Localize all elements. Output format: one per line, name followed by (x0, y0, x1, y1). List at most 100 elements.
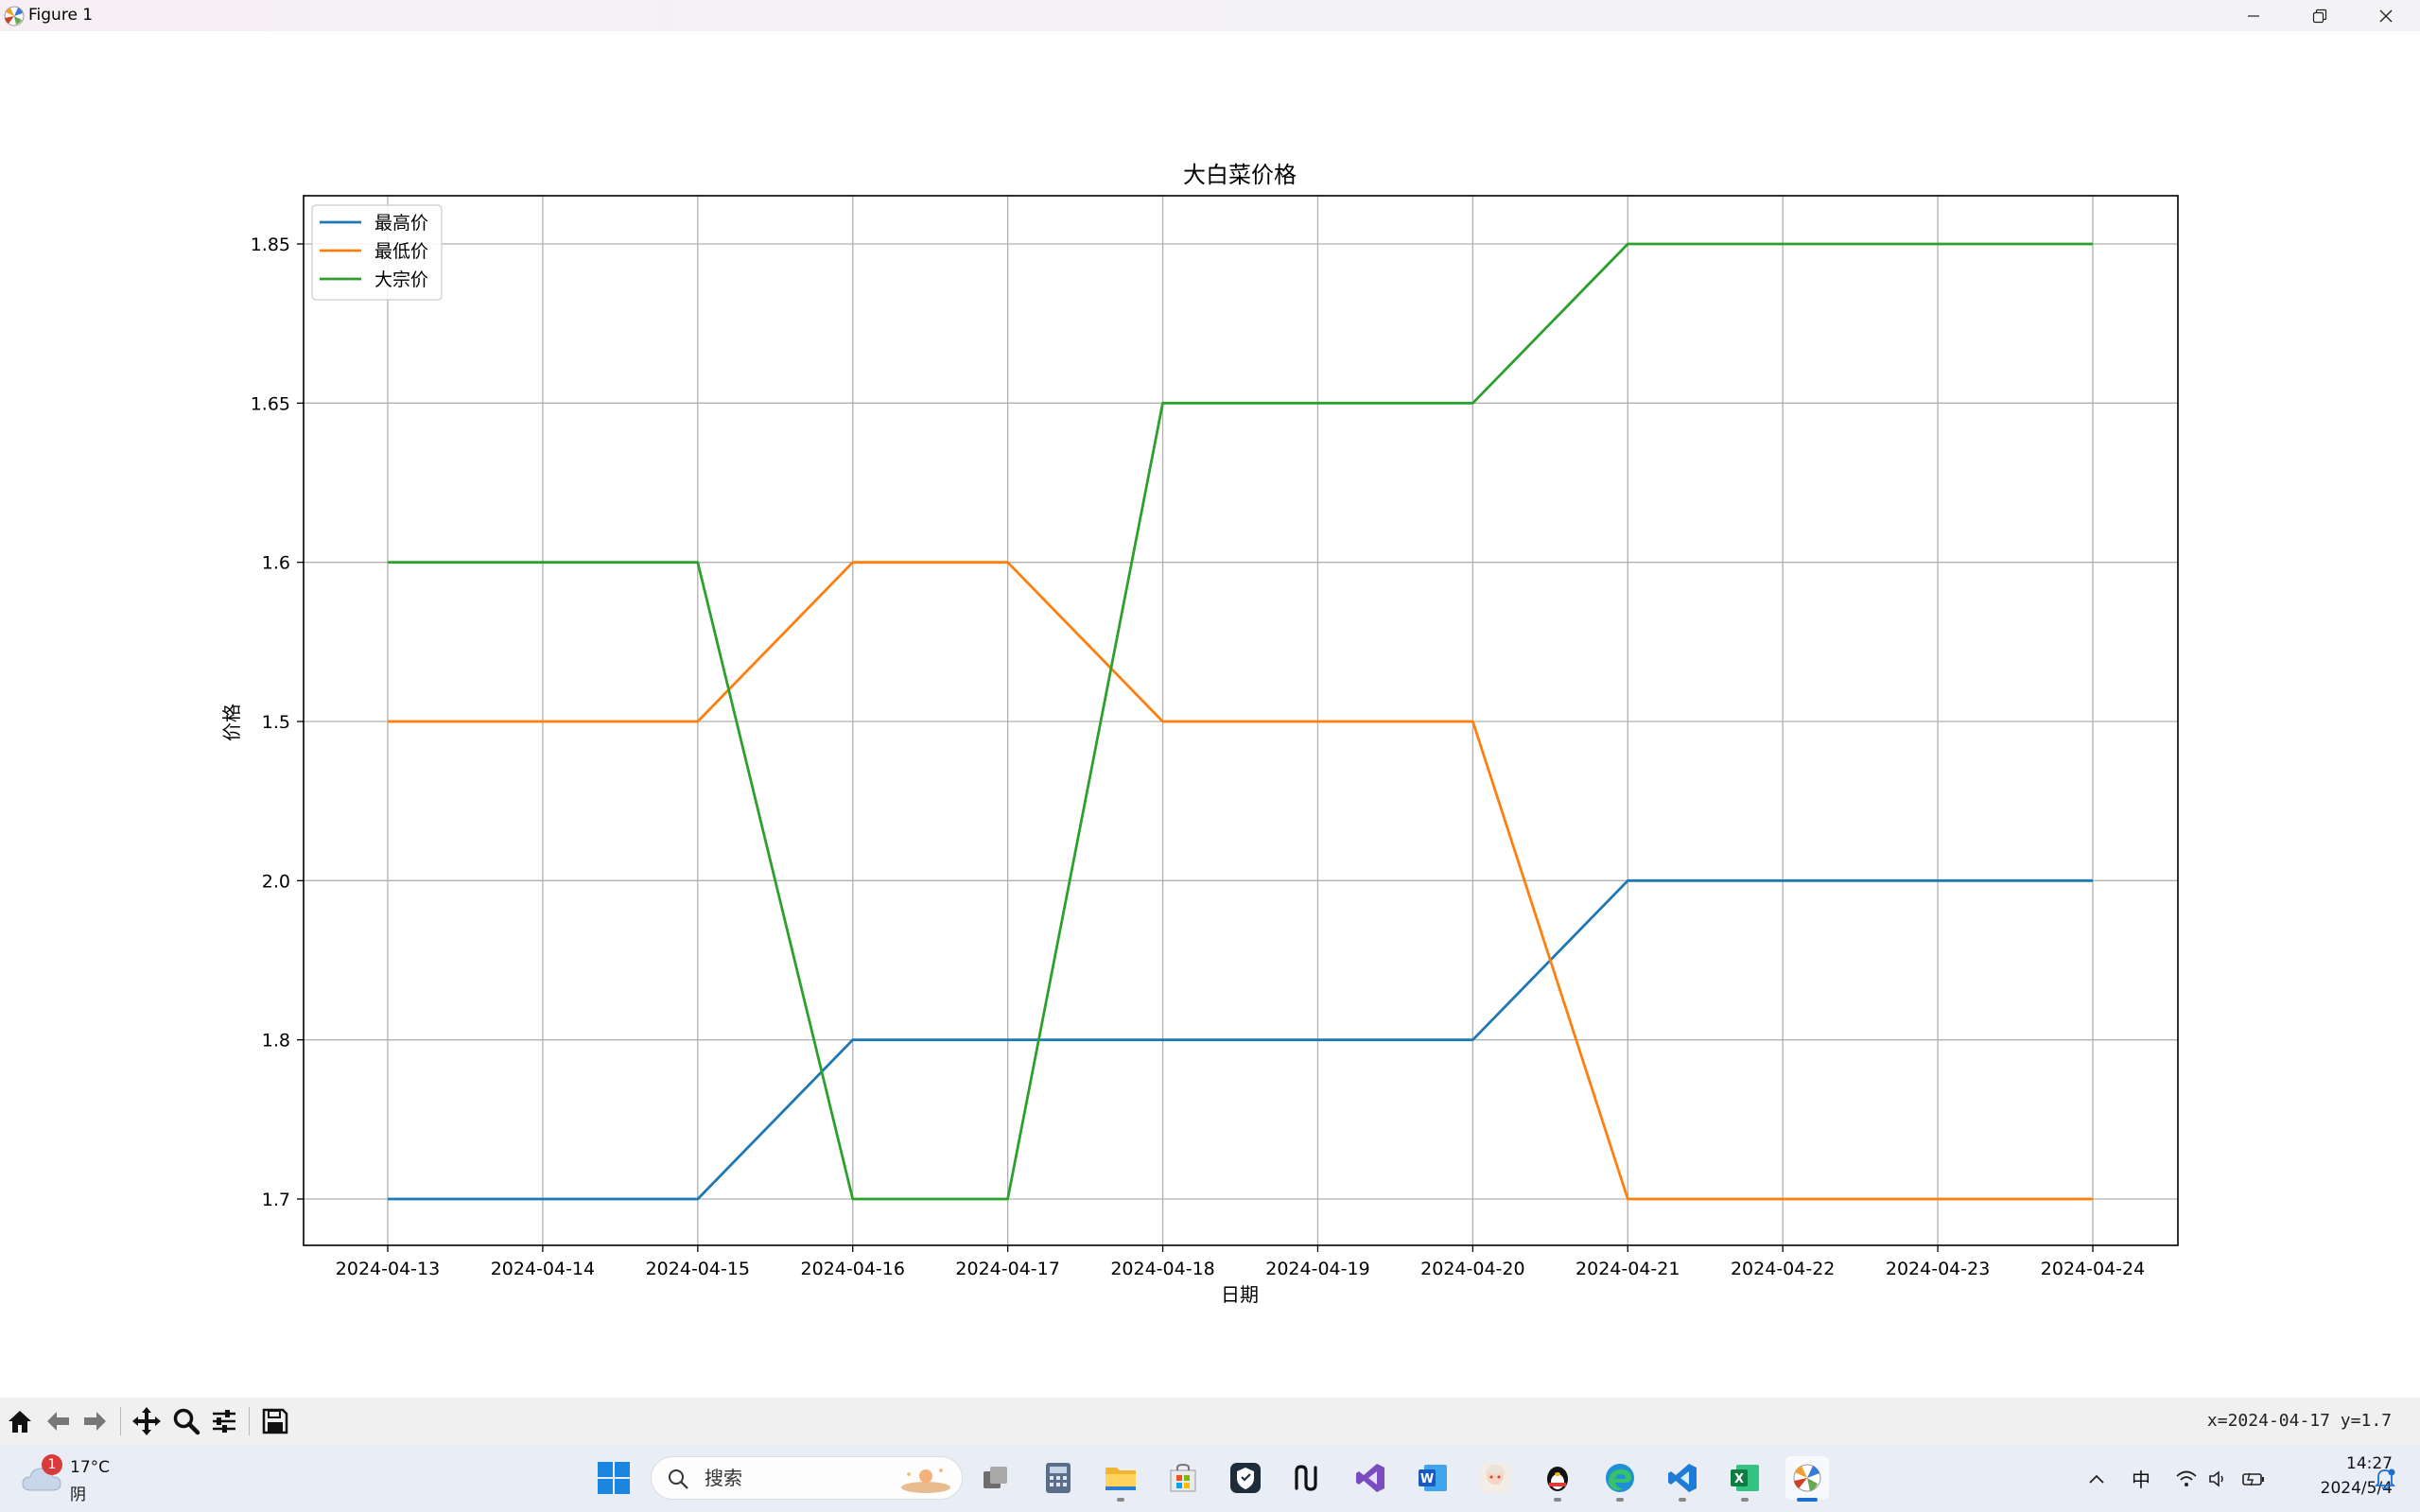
taskbar-calculator[interactable] (1036, 1456, 1080, 1500)
taskbar-notion[interactable] (1286, 1456, 1330, 1500)
notion-like-icon (1295, 1465, 1317, 1491)
taskbar-microsoft-store[interactable] (1161, 1456, 1205, 1500)
search-highlight-icon (901, 1469, 950, 1493)
store-icon (1170, 1463, 1196, 1492)
x-tick-label: 2024-04-16 (801, 1259, 905, 1279)
taskbar-excel[interactable]: X (1723, 1456, 1767, 1502)
svg-text:X: X (1734, 1472, 1744, 1486)
y-tick-label: 2.0 (262, 871, 290, 892)
close-icon (2379, 9, 2393, 22)
ime-indicator[interactable]: 中 (2126, 1445, 2156, 1512)
running-indicator (1616, 1498, 1624, 1502)
restore-button[interactable] (2287, 0, 2353, 31)
y-tick-label: 1.7 (262, 1190, 290, 1210)
taskbar-search-box[interactable]: 搜索 (651, 1456, 963, 1500)
minimize-icon (2248, 14, 2259, 17)
toolbar-separator (249, 1407, 250, 1435)
back-button[interactable] (41, 1404, 75, 1438)
zoom-button[interactable] (169, 1404, 203, 1438)
configure-subplots-button[interactable] (207, 1404, 241, 1438)
legend: 最高价最低价大宗价 (311, 204, 443, 301)
legend-label: 最高价 (374, 213, 428, 234)
running-indicator (1554, 1498, 1561, 1502)
pan-button[interactable] (130, 1404, 164, 1438)
taskbar-image-app[interactable] (1473, 1456, 1517, 1500)
chevron-up-icon (2089, 1474, 2104, 1484)
taskbar: 1 17°C 阴 搜索 W X 中 14:27 2024/5/4 (0, 1445, 2420, 1512)
x-tick-label: 2024-04-17 (955, 1259, 1059, 1279)
x-tick-label: 2024-04-18 (1110, 1259, 1214, 1279)
taskbar-visual-studio[interactable] (1349, 1456, 1392, 1500)
vscode-icon (1668, 1464, 1697, 1492)
home-icon (9, 1411, 31, 1433)
figure-canvas[interactable]: 大白菜价格 日期 价格 2024-04-13 2024-04-14 2024-04-… (0, 31, 2420, 1398)
bell-icon (2375, 1469, 2395, 1489)
x-tick-label: 2024-04-15 (646, 1259, 750, 1279)
taskbar-task-view[interactable] (974, 1456, 1018, 1500)
weather-condition: 阴 (70, 1486, 86, 1504)
taskbar-security-app[interactable] (1224, 1456, 1267, 1500)
svg-text:W: W (1420, 1472, 1434, 1486)
home-button[interactable] (3, 1404, 37, 1438)
x-tick-label: 2024-04-14 (491, 1259, 595, 1279)
x-tick-label: 2024-04-20 (1420, 1259, 1524, 1279)
forward-button[interactable] (78, 1404, 113, 1438)
taskbar-matplotlib-figure[interactable] (1785, 1456, 1829, 1502)
running-indicator (1741, 1498, 1749, 1502)
x-tick-label: 2024-04-22 (1731, 1259, 1835, 1279)
task-view-icon (984, 1467, 1007, 1488)
anime-avatar-icon (1480, 1463, 1510, 1493)
y-tick-label: 1.8 (262, 1031, 290, 1051)
running-indicator (1679, 1498, 1686, 1502)
x-axis-label: 日期 (1221, 1283, 1259, 1306)
start-button[interactable] (592, 1456, 635, 1500)
taskbar-vscode[interactable] (1661, 1456, 1704, 1502)
magnifier-icon (173, 1408, 200, 1435)
word-icon: W (1419, 1465, 1447, 1491)
matplotlib-icon (1793, 1464, 1821, 1492)
line-chart: 大白菜价格 日期 价格 2024-04-13 2024-04-14 2024-04-… (220, 162, 2179, 1306)
qq-penguin-icon (1547, 1467, 1568, 1491)
restore-icon (2312, 9, 2327, 23)
windows-logo-icon (598, 1462, 630, 1494)
x-tick-label: 2024-04-24 (2041, 1259, 2145, 1279)
save-disk-icon (262, 1408, 288, 1434)
taskbar-word[interactable]: W (1411, 1456, 1454, 1500)
battery-status[interactable] (2237, 1445, 2270, 1512)
x-tick-label: 2024-04-13 (336, 1259, 440, 1279)
search-icon (669, 1469, 688, 1489)
wifi-icon (2176, 1470, 2197, 1486)
taskbar-file-explorer[interactable] (1099, 1456, 1142, 1502)
edge-browser-icon (1606, 1464, 1634, 1492)
wifi-status[interactable] (2171, 1445, 2202, 1512)
calculator-icon (1046, 1463, 1071, 1493)
x-tick-label: 2024-04-23 (1886, 1259, 1990, 1279)
matplotlib-app-icon (3, 5, 26, 27)
legend-label: 最低价 (374, 241, 428, 262)
visual-studio-icon (1356, 1464, 1384, 1492)
save-figure-button[interactable] (258, 1404, 292, 1438)
y-tick-label: 1.5 (262, 712, 290, 733)
battery-icon (2242, 1472, 2264, 1486)
close-button[interactable] (2353, 0, 2419, 31)
arrow-right-icon (84, 1412, 106, 1431)
sliders-icon (213, 1410, 235, 1433)
arrow-left-icon (47, 1412, 69, 1431)
minimize-button[interactable] (2220, 0, 2287, 31)
window-title: Figure 1 (28, 6, 94, 25)
notification-badge: 1 (42, 1454, 62, 1475)
running-indicator (1117, 1498, 1124, 1502)
cursor-coordinates: x=2024-04-17 y=1.7 (2206, 1411, 2392, 1431)
legend-label: 大宗价 (374, 269, 428, 290)
volume-status[interactable] (2203, 1445, 2234, 1512)
taskbar-qq[interactable] (1536, 1456, 1579, 1502)
taskbar-edge[interactable] (1598, 1456, 1642, 1502)
toolbar-separator (120, 1407, 121, 1435)
excel-icon: X (1731, 1465, 1759, 1491)
move-icon (132, 1407, 161, 1435)
navigation-toolbar: x=2024-04-17 y=1.7 (0, 1398, 2420, 1445)
speaker-icon (2209, 1469, 2223, 1487)
show-hidden-icons-button[interactable] (2081, 1445, 2113, 1512)
notifications-button[interactable] (2368, 1445, 2402, 1512)
weather-widget[interactable]: 1 17°C 阴 (21, 1452, 134, 1505)
